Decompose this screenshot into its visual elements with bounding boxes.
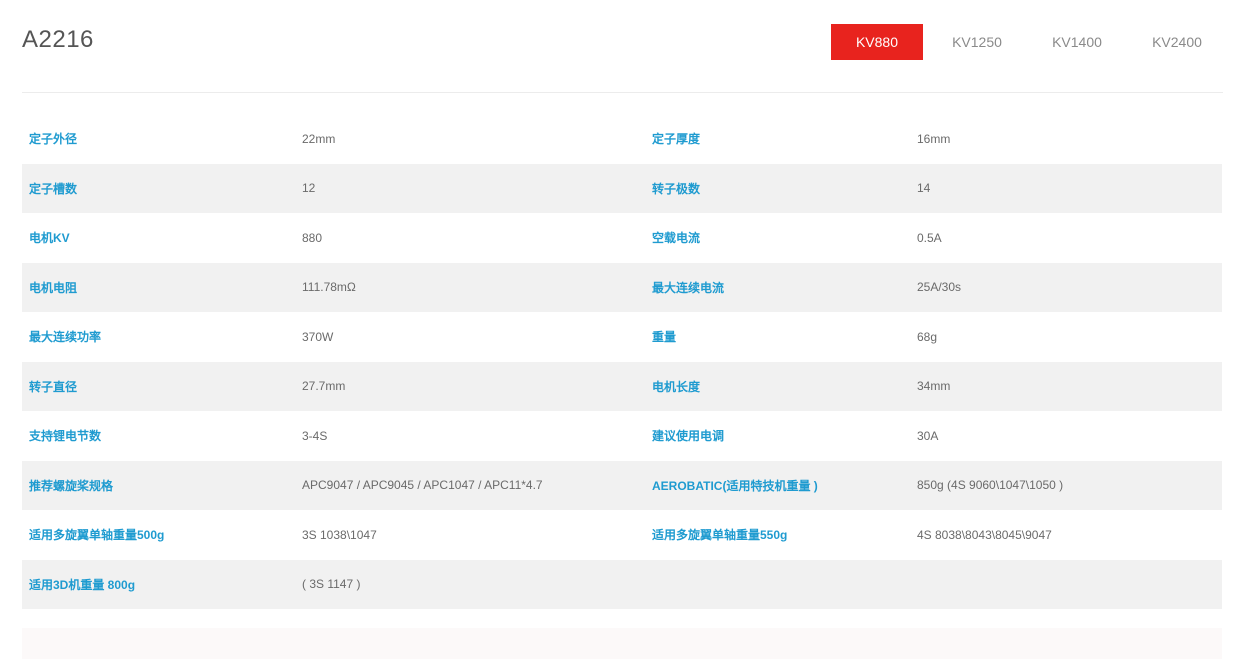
spec-label: 重量: [652, 330, 677, 345]
spec-label: 转子直径: [22, 361, 295, 411]
table-row: 转子直径 27.7mm 电机长度 34mm: [22, 361, 1222, 411]
spec-value: 0.5A: [917, 230, 942, 245]
footer-strip: [22, 628, 1222, 659]
tab-kv1250[interactable]: KV1250: [931, 24, 1023, 60]
spec-value: APC9047 / APC9045 / APC1047 / APC11*4.7: [295, 460, 645, 510]
spec-label: 最大连续功率: [29, 330, 102, 345]
spec-label: 空载电流: [652, 231, 701, 246]
spec-value: [910, 559, 1222, 609]
spec-value: 34mm: [910, 361, 1222, 411]
spec-label: 适用多旋翼单轴重量500g: [29, 528, 165, 543]
spec-value: 880: [302, 230, 323, 245]
spec-label: 转子极数: [645, 163, 910, 213]
spec-label: 定子厚度: [652, 132, 701, 147]
table-row: 电机KV 880 空载电流 0.5A: [22, 213, 1222, 263]
spec-label: 最大连续电流: [645, 262, 910, 312]
kv-variant-tabs: KV880 KV1250 KV1400 KV2400: [823, 24, 1223, 60]
spec-value: 25A/30s: [910, 262, 1222, 312]
spec-label: 推荐螺旋桨规格: [22, 460, 295, 510]
spec-label: 适用3D机重量 800g: [22, 559, 295, 609]
table-row: 支持锂电节数 3-4S 建议使用电调 30A: [22, 411, 1222, 461]
spec-value: 4S 8038\8043\8045\9047: [917, 527, 1052, 542]
spec-label: 建议使用电调: [652, 429, 725, 444]
spec-label: 支持锂电节数: [29, 429, 102, 444]
spec-label: 电机电阻: [22, 262, 295, 312]
spec-label: 适用多旋翼单轴重量550g: [652, 528, 788, 543]
product-title: A2216: [22, 26, 94, 53]
spec-value: 30A: [917, 428, 939, 443]
spec-label: AEROBATIC(适用特技机重量 ): [645, 460, 910, 510]
tab-kv880[interactable]: KV880: [831, 24, 923, 60]
spec-value: 27.7mm: [295, 361, 645, 411]
spec-label: 电机长度: [645, 361, 910, 411]
spec-label: [645, 559, 910, 609]
spec-value: 12: [295, 163, 645, 213]
spec-value: 370W: [302, 329, 334, 344]
spec-label: 定子槽数: [22, 163, 295, 213]
spec-value: ( 3S 1147 ): [295, 559, 645, 609]
table-row: 电机电阻 111.78mΩ 最大连续电流 25A/30s: [22, 262, 1222, 312]
spec-value: 3S 1038\1047: [302, 527, 377, 542]
tab-kv2400[interactable]: KV2400: [1131, 24, 1223, 60]
table-row: 定子外径 22mm 定子厚度 16mm: [22, 114, 1222, 164]
table-row: 定子槽数 12 转子极数 14: [22, 163, 1222, 213]
spec-value: 22mm: [302, 131, 336, 146]
spec-label: 电机KV: [29, 231, 70, 246]
table-row: 最大连续功率 370W 重量 68g: [22, 312, 1222, 362]
spec-table: 定子外径 22mm 定子厚度 16mm 定子槽数 12 转子极数 14 电机KV…: [22, 114, 1222, 609]
tab-kv1400[interactable]: KV1400: [1031, 24, 1123, 60]
table-row: 适用3D机重量 800g ( 3S 1147 ): [22, 559, 1222, 609]
spec-value: 68g: [917, 329, 938, 344]
spec-label: 定子外径: [29, 132, 78, 147]
spec-value: 3-4S: [302, 428, 328, 443]
spec-value: 111.78mΩ: [295, 262, 645, 312]
spec-value: 850g (4S 9060\1047\1050 ): [910, 460, 1222, 510]
product-header: A2216 KV880 KV1250 KV1400 KV2400: [22, 0, 1223, 93]
table-row: 适用多旋翼单轴重量500g 3S 1038\1047 适用多旋翼单轴重量550g…: [22, 510, 1222, 560]
spec-value: 16mm: [917, 131, 951, 146]
table-row: 推荐螺旋桨规格 APC9047 / APC9045 / APC1047 / AP…: [22, 460, 1222, 510]
spec-value: 14: [910, 163, 1222, 213]
